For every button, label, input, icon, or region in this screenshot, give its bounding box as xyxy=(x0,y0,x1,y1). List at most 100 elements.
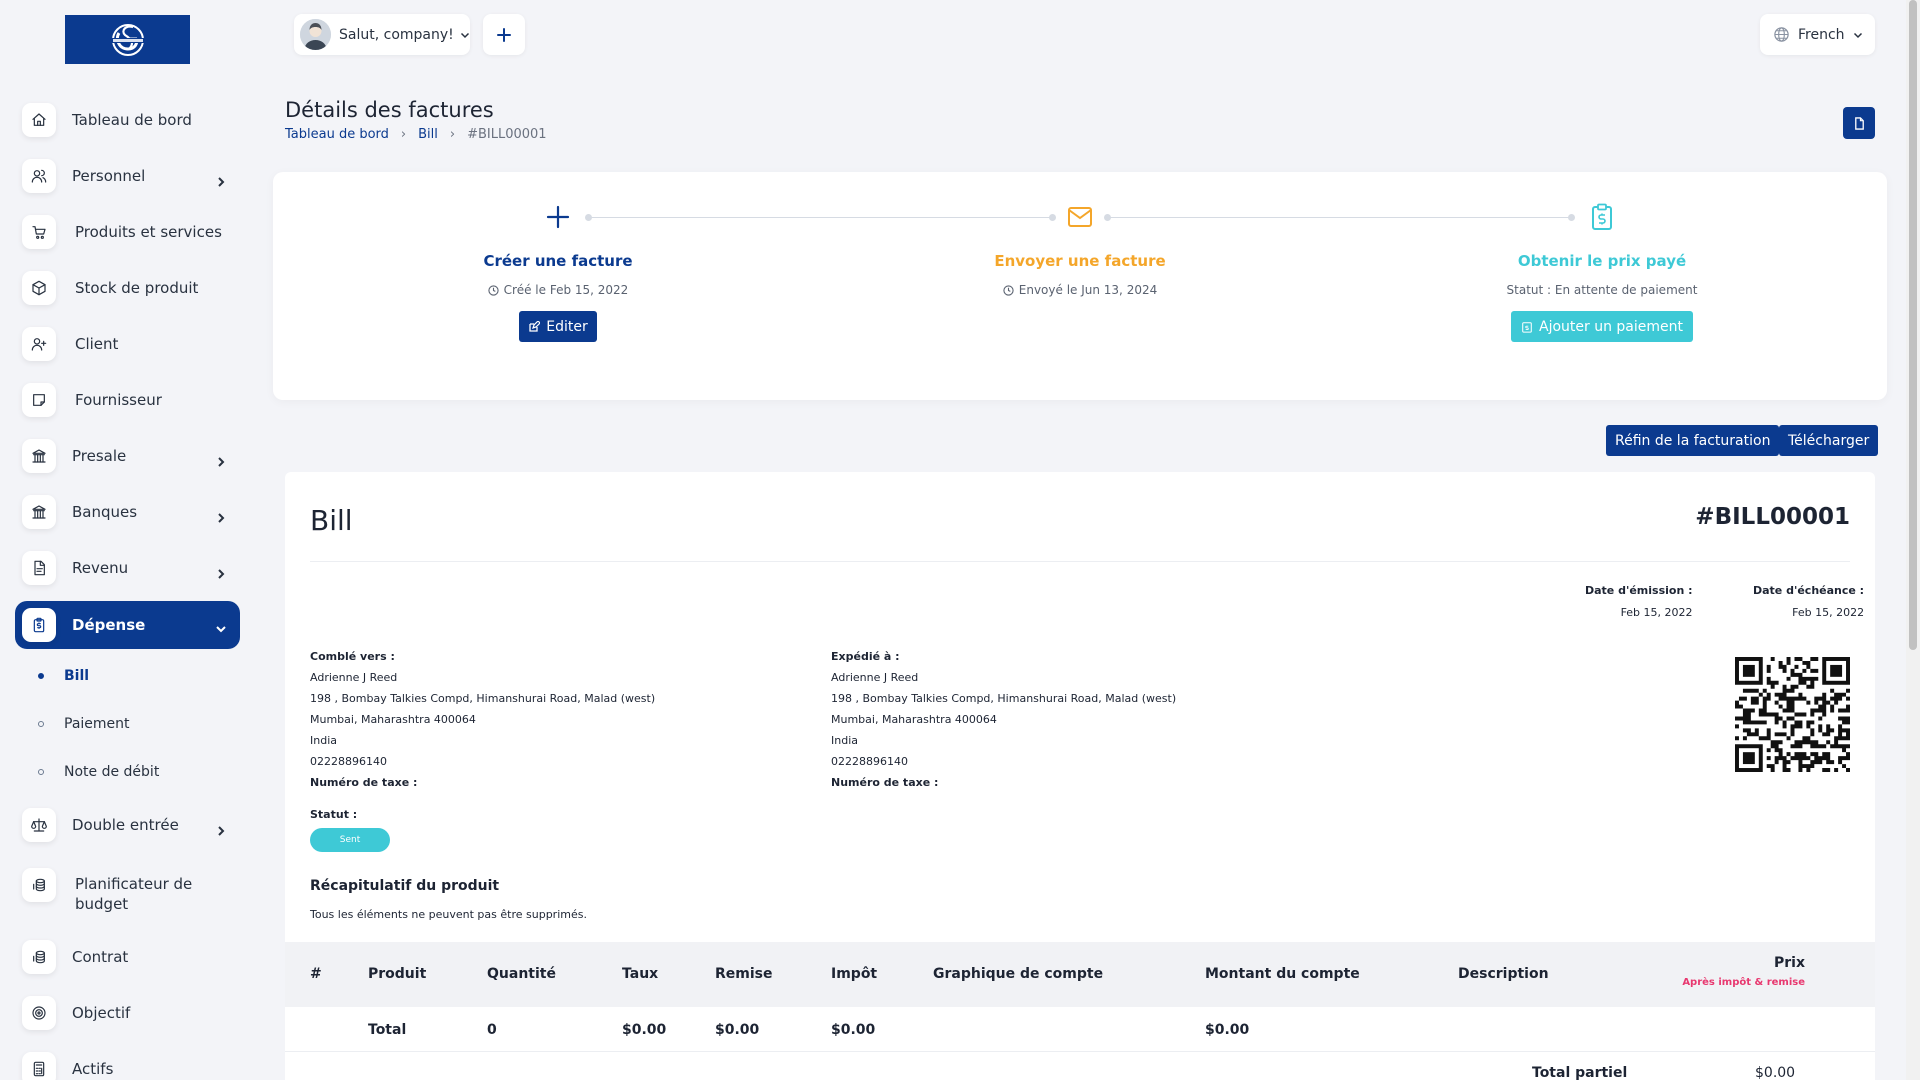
sidebar-subitem-bill[interactable]: Bill xyxy=(38,668,89,684)
globe-icon xyxy=(1774,27,1789,42)
subtotal-value: $0.00 xyxy=(1755,1065,1796,1080)
user-avatar-icon xyxy=(300,19,331,50)
chevron-right-icon xyxy=(216,509,226,523)
sidebar-item-expense[interactable]: Dépense xyxy=(15,601,240,649)
issue-date-label: Date d'émission : xyxy=(1585,584,1693,597)
breadcrumb-bill-link[interactable]: Bill xyxy=(418,127,438,142)
total-quantity: 0 xyxy=(487,1022,497,1038)
table-row: Total 0 $0.00 $0.00 $0.00 $0.00 xyxy=(285,1007,1875,1052)
product-summary-title: Récapitulatif du produit xyxy=(310,878,500,894)
sidebar-item-contract[interactable]: Contrat xyxy=(15,932,240,982)
clipboard-dollar-icon xyxy=(1522,321,1532,333)
sidebar-item-label: Actifs xyxy=(72,1059,114,1078)
quick-add-button[interactable] xyxy=(483,14,525,55)
box-icon xyxy=(22,271,56,305)
breadcrumb-dashboard-link[interactable]: Tableau de bord xyxy=(285,127,389,142)
calculator-icon xyxy=(22,1052,56,1080)
sidebar-subitem-label: Bill xyxy=(64,668,90,684)
shipped-to-tax: Numéro de taxe : xyxy=(831,776,939,789)
clock-icon xyxy=(1003,284,1014,296)
document-button[interactable] xyxy=(1843,107,1875,139)
download-button[interactable]: Télécharger xyxy=(1779,425,1879,456)
sidebar-item-assets[interactable]: Actifs xyxy=(15,1044,240,1080)
sidebar-item-label: Fournisseur xyxy=(75,390,162,409)
sidebar-item-banks[interactable]: Banques xyxy=(15,487,240,537)
product-summary-note: Tous les éléments ne peuvent pas être su… xyxy=(310,908,587,921)
column-header: Description xyxy=(1458,966,1549,982)
step-title: Créer une facture xyxy=(483,252,633,270)
bank-icon xyxy=(22,495,56,529)
sidebar-item-label: Contrat xyxy=(72,947,129,966)
sidebar-item-supplier[interactable]: Fournisseur xyxy=(15,375,240,425)
column-header: Produit xyxy=(368,966,427,982)
qr-code xyxy=(1735,657,1850,772)
edit-button[interactable]: Editer xyxy=(519,311,597,342)
sidebar-item-label: Banques xyxy=(72,502,138,521)
sidebar-item-products[interactable]: Produits et services xyxy=(15,207,240,257)
breadcrumb-current: #BILL00001 xyxy=(467,127,547,142)
status-label: Statut : xyxy=(310,808,358,821)
created-date-text: Créé le Feb 15, 2022 xyxy=(503,283,629,297)
sidebar-item-label: Double entrée xyxy=(72,815,179,834)
sidebar-item-label: Personnel xyxy=(72,166,146,185)
step-get-paid: Obtenir le prix payé Statut : En attente… xyxy=(1452,202,1752,342)
sidebar-item-goal[interactable]: Objectif xyxy=(15,988,240,1038)
sidebar-item-double-entry[interactable]: Double entrée xyxy=(15,800,240,850)
shipped-to-heading: Expédié à : xyxy=(831,650,900,663)
total-discount: $0.00 xyxy=(715,1022,760,1038)
sidebar: Tableau de bord Personnel Produits et se… xyxy=(0,0,255,1080)
sidebar-subitem-debit-note[interactable]: Note de débit xyxy=(38,764,159,780)
billed-to-phone: 02228896140 xyxy=(310,755,387,768)
sidebar-item-label: Stock de produit xyxy=(75,278,199,297)
billed-to-city: Mumbai, Maharashtra 400064 xyxy=(310,713,476,726)
add-payment-label: Ajouter un paiement xyxy=(1539,318,1683,335)
total-rate: $0.00 xyxy=(622,1022,667,1038)
add-payment-button[interactable]: Ajouter un paiement xyxy=(1511,311,1693,342)
sidebar-item-budget-planner[interactable]: Planificateur de budget xyxy=(15,862,240,928)
step-subtitle: Créé le Feb 15, 2022 xyxy=(408,283,708,297)
shipped-to-country: India xyxy=(831,734,858,747)
total-tax: $0.00 xyxy=(831,1022,876,1038)
sidebar-subitem-label: Note de débit xyxy=(64,764,160,780)
sidebar-item-label: Revenu xyxy=(72,558,129,577)
sent-date-text: Envoyé le Jun 13, 2024 xyxy=(1018,283,1158,297)
sidebar-item-dashboard[interactable]: Tableau de bord xyxy=(15,95,240,145)
sidebar-item-revenue[interactable]: Revenu xyxy=(15,543,240,593)
chevron-down-icon xyxy=(1853,32,1862,38)
clock-icon xyxy=(488,284,499,296)
step-title: Envoyer une facture xyxy=(994,252,1166,270)
note-icon xyxy=(22,383,56,417)
user-menu[interactable]: Salut, company! xyxy=(294,14,470,55)
step-send-invoice: Envoyer une facture Envoyé le Jun 13, 20… xyxy=(930,202,1230,297)
sidebar-item-label: Planificateur de budget xyxy=(75,875,193,914)
sidebar-item-label: Produits et services xyxy=(75,222,222,241)
billed-to-address: Comblé vers : Adrienne J Reed 198 , Bomb… xyxy=(310,646,655,793)
language-selector[interactable]: French xyxy=(1760,14,1875,55)
greeting-text: Salut, company! xyxy=(339,26,454,43)
coins-icon xyxy=(22,868,56,902)
bullet-icon xyxy=(38,721,44,727)
issue-date-block: Date d'émission : Feb 15, 2022 xyxy=(1585,584,1693,619)
column-header: Remise xyxy=(715,966,773,982)
column-header: Montant du compte xyxy=(1205,966,1360,982)
column-header: Graphique de compte xyxy=(933,966,1104,982)
sidebar-subitem-payment[interactable]: Paiement xyxy=(38,716,130,732)
chevron-right-icon xyxy=(216,565,226,579)
subtotal-label: Total partiel xyxy=(1532,1065,1628,1080)
invoice-progress-card: Créer une facture Créé le Feb 15, 2022 E… xyxy=(273,172,1887,400)
company-logo[interactable] xyxy=(65,15,190,64)
issue-date-value: Feb 15, 2022 xyxy=(1620,606,1693,619)
page-title: Détails des factures xyxy=(285,98,494,122)
page-scrollbar-thumb[interactable] xyxy=(1909,0,1917,650)
sidebar-item-stock[interactable]: Stock de produit xyxy=(15,263,240,313)
breadcrumb: Tableau de bord › Bill › #BILL00001 xyxy=(285,127,547,142)
recurring-billing-button[interactable]: Réfin de la facturation xyxy=(1606,425,1780,456)
building-icon xyxy=(22,439,56,473)
column-header: # xyxy=(310,966,322,982)
sidebar-item-presale[interactable]: Presale xyxy=(15,431,240,481)
sidebar-item-staff[interactable]: Personnel xyxy=(15,151,240,201)
cart-icon xyxy=(22,215,56,249)
sidebar-item-label: Presale xyxy=(72,446,127,465)
shipped-to-name: Adrienne J Reed xyxy=(831,671,919,684)
sidebar-item-client[interactable]: Client xyxy=(15,319,240,369)
